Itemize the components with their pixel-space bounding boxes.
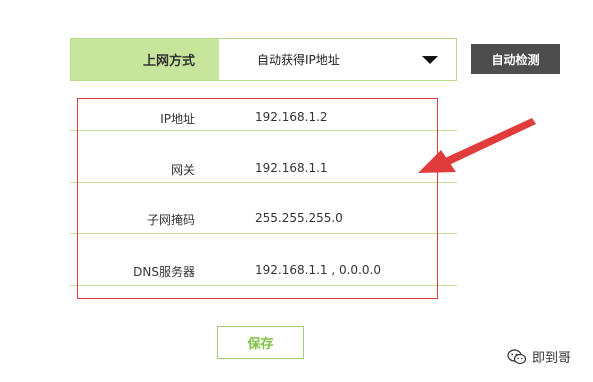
wechat-icon [507, 348, 527, 364]
dns-server-value: 192.168.1.1 , 0.0.0.0 [255, 263, 381, 277]
auto-detect-button[interactable]: 自动检测 [471, 44, 560, 74]
save-button[interactable]: 保存 [217, 326, 304, 359]
connection-type-select[interactable]: 自动获得IP地址 [219, 39, 456, 80]
dropdown-arrow-icon[interactable] [422, 56, 438, 64]
gateway-value: 192.168.1.1 [255, 161, 328, 175]
connection-type-value: 自动获得IP地址 [257, 53, 340, 67]
router-settings-panel: 上网方式 自动获得IP地址 自动检测 IP地址 192.168.1.2 网关 1… [0, 0, 593, 382]
field-divider [70, 182, 457, 183]
ip-address-value: 192.168.1.2 [255, 110, 328, 124]
connection-type-row: 上网方式 自动获得IP地址 [70, 38, 457, 81]
field-divider [70, 233, 457, 234]
watermark: 即到哥 [507, 347, 571, 366]
subnet-mask-value: 255.255.255.0 [255, 211, 343, 225]
watermark-text: 即到哥 [532, 351, 572, 366]
field-divider [70, 285, 457, 286]
dns-server-label: DNS服务器 [133, 265, 195, 279]
subnet-mask-label: 子网掩码 [146, 213, 195, 227]
connection-type-label: 上网方式 [71, 39, 219, 80]
field-divider [70, 130, 457, 131]
ip-address-label: IP地址 [160, 112, 195, 126]
gateway-label: 网关 [170, 163, 195, 177]
